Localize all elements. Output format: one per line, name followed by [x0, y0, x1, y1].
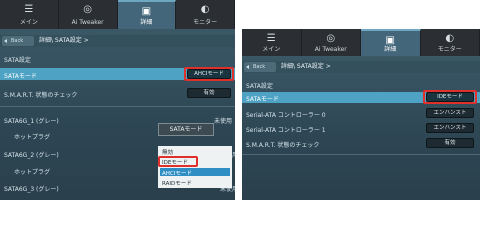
bios-panel-right: ☰ メイン ◎ Ai Tweaker ▣ 詳細 ◐ モニター Back 詳細\ … [242, 29, 480, 200]
tab-advanced[interactable]: ▣ 詳細 [117, 0, 177, 29]
highlight-box [423, 90, 477, 104]
tab-main[interactable]: ☰ メイン [242, 29, 302, 56]
sata-controller-1-label[interactable]: Serial-ATA コントローラー 1 [246, 125, 326, 134]
hotplug-label[interactable]: ホットプラグ [14, 132, 50, 141]
sata-controller-1-value[interactable]: エンハンスト [426, 123, 474, 133]
section-title: SATA設定 [4, 57, 31, 64]
option-disabled[interactable]: 無効 [162, 148, 173, 156]
sata-controller-0-label[interactable]: Serial-ATA コントローラー 0 [246, 110, 326, 119]
breadcrumb-bar: Back 詳細\ SATA設定 > [242, 61, 480, 73]
tab-label: Ai Tweaker [71, 19, 104, 26]
tab-main[interactable]: ☰ メイン [0, 0, 59, 29]
smart-check-value[interactable]: 有効 [426, 138, 474, 148]
breadcrumb: 詳細\ SATA設定 > [281, 63, 331, 70]
port-status: 未使用 [214, 118, 233, 125]
option-raid[interactable]: RAIDモード [162, 179, 192, 187]
port-title: SATA6G_2 (グレー) [4, 152, 59, 159]
tab-label: 詳細 [140, 19, 153, 26]
tab-label: Ai Tweaker [314, 46, 347, 53]
list-icon: ☰ [24, 4, 34, 15]
smart-check-label[interactable]: S.M.A.R.T. 状態のチェック [246, 140, 319, 149]
smart-check-label[interactable]: S.M.A.R.T. 状態のチェック [4, 90, 77, 99]
tab-monitor[interactable]: ◐ モニター [421, 29, 480, 56]
tab-advanced[interactable]: ▣ 詳細 [361, 29, 421, 56]
divider [0, 106, 235, 107]
tab-bar: ☰ メイン ◎ Ai Tweaker ▣ 詳細 ◐ モニター [242, 29, 480, 56]
sata-mode-label[interactable]: SATAモード [246, 94, 279, 103]
tab-label: モニター [193, 19, 218, 26]
tab-bar: ☰ メイン ◎ Ai Tweaker ▣ 詳細 ◐ モニター [0, 0, 235, 29]
tab-label: メイン [262, 46, 281, 53]
sata-controller-0-value[interactable]: エンハンスト [426, 108, 474, 118]
monitor-icon: ◐ [200, 4, 210, 15]
option-ahci[interactable]: AHCIモード [162, 169, 192, 177]
tab-ai-tweaker[interactable]: ◎ Ai Tweaker [59, 0, 118, 29]
tweaker-icon: ◎ [326, 33, 336, 44]
section-title: SATA設定 [246, 83, 273, 90]
divider [242, 154, 480, 155]
tweaker-icon: ◎ [83, 4, 92, 15]
tab-label: モニター [437, 46, 462, 53]
popup-title: SATAモード [158, 123, 214, 136]
tab-label: メイン [19, 19, 38, 26]
highlight-box [184, 67, 234, 81]
tab-ai-tweaker[interactable]: ◎ Ai Tweaker [302, 29, 361, 56]
smart-check-value[interactable]: 有効 [187, 88, 231, 98]
port-title: SATA6G_3 (グレー) [4, 186, 59, 193]
hotplug-label[interactable]: ホットプラグ [14, 167, 50, 176]
back-button[interactable]: Back [2, 36, 34, 46]
tab-label: 詳細 [384, 46, 397, 53]
back-button[interactable]: Back [244, 62, 276, 72]
bios-panel-left: ☰ メイン ◎ Ai Tweaker ▣ 詳細 ◐ モニター Back 詳細\ … [0, 0, 235, 200]
breadcrumb-bar: Back 詳細\ SATA設定 > [0, 35, 235, 47]
port-title: SATA6G_1 (グレー) [4, 118, 59, 125]
highlight-box [158, 156, 198, 167]
sata-mode-label[interactable]: SATAモード [4, 71, 37, 80]
sata-mode-dropdown: 無効 IDEモード AHCIモード RAIDモード [158, 146, 232, 188]
breadcrumb: 詳細\ SATA設定 > [39, 37, 89, 44]
tab-monitor[interactable]: ◐ モニター [176, 0, 235, 29]
